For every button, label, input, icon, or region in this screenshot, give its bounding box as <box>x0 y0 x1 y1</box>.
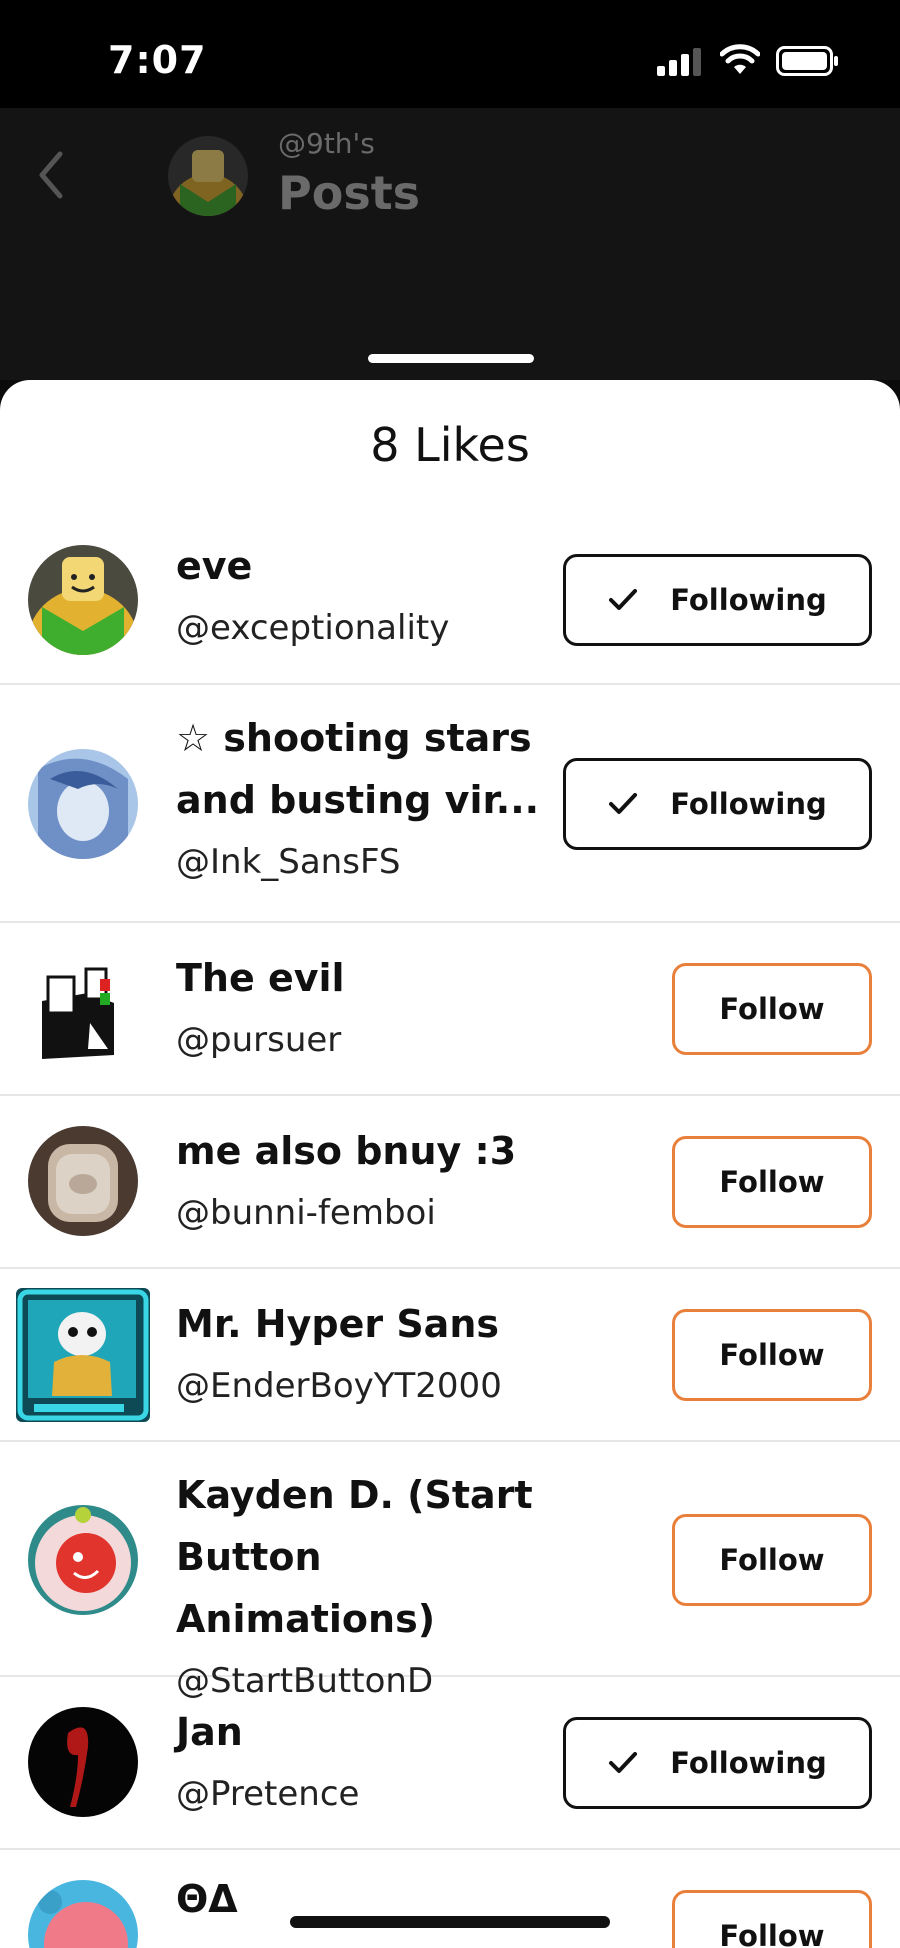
avatar-image <box>16 1288 150 1422</box>
avatar-image <box>168 136 248 216</box>
follow-button[interactable]: Follow <box>672 1309 872 1401</box>
follow-button[interactable]: Follow <box>672 1136 872 1228</box>
user-name: ☆ shooting stars and busting vir... <box>176 716 540 822</box>
user-handle: @Ink_SansFS <box>176 842 401 882</box>
avatar[interactable] <box>28 1126 138 1236</box>
list-item[interactable]: eve @exceptionality Following <box>0 515 900 685</box>
user-text: eve @exceptionality <box>176 535 566 659</box>
header-subtitle: @9th's <box>278 127 375 160</box>
avatar[interactable] <box>28 545 138 655</box>
user-handle: @EnderBoyYT2000 <box>176 1366 502 1406</box>
list-item[interactable]: The evil @pursuer Follow <box>0 923 900 1096</box>
avatar[interactable] <box>28 1880 138 1948</box>
follow-button-label: Follow <box>719 992 825 1026</box>
cellular-signal-icon <box>657 48 701 76</box>
avatar[interactable] <box>28 749 138 859</box>
screen: 7:07 @9th's Posts 8 Likes eve @exception… <box>0 0 900 1948</box>
battery-icon <box>776 46 838 76</box>
likes-sheet: 8 Likes eve @exceptionality Following ☆ … <box>0 380 900 1948</box>
avatar-image <box>28 953 138 1063</box>
list-item[interactable]: Kayden D. (Start Button Animations) @Sta… <box>0 1442 900 1701</box>
following-button[interactable]: Following <box>563 758 872 850</box>
user-text: The evil @pursuer <box>176 947 566 1071</box>
follow-button-label: Follow <box>719 1543 825 1577</box>
wifi-icon <box>720 44 760 74</box>
following-button[interactable]: Following <box>563 1717 872 1809</box>
following-button-label: Following <box>670 583 827 617</box>
status-bar: 7:07 <box>0 0 900 108</box>
user-handle: @exceptionality <box>176 608 450 648</box>
user-name: me also bnuy :3 <box>176 1129 517 1173</box>
user-text: Jan @Pretence <box>176 1701 566 1825</box>
user-name: Mr. Hyper Sans <box>176 1302 499 1346</box>
user-handle: @Pretence <box>176 1774 360 1814</box>
header-title: Posts <box>278 166 421 220</box>
user-text: ☆ shooting stars and busting vir... @Ink… <box>176 707 566 893</box>
user-name: eve <box>176 544 253 588</box>
checkmark-icon <box>609 793 638 814</box>
checkmark-icon <box>609 1752 638 1773</box>
list-item[interactable]: ΘΔ Follow <box>0 1850 900 1948</box>
list-item[interactable]: Mr. Hyper Sans @EnderBoyYT2000 Follow <box>0 1269 900 1442</box>
follow-button-label: Follow <box>719 1165 825 1199</box>
user-text: Kayden D. (Start Button Animations) @Sta… <box>176 1464 566 1712</box>
avatar-image <box>28 1880 138 1948</box>
follow-button[interactable]: Follow <box>672 963 872 1055</box>
user-text: me also bnuy :3 @bunni-femboi <box>176 1120 566 1244</box>
user-name: Jan <box>176 1710 243 1754</box>
sheet-grabber[interactable] <box>368 354 534 363</box>
list-item[interactable]: ☆ shooting stars and busting vir... @Ink… <box>0 685 900 923</box>
avatar-image <box>28 1505 138 1615</box>
user-name: Kayden D. (Start Button Animations) <box>176 1473 533 1641</box>
follow-button-label: Follow <box>719 1338 825 1372</box>
user-handle: @pursuer <box>176 1020 342 1060</box>
list-item[interactable]: Jan @Pretence Following <box>0 1677 900 1850</box>
follow-button[interactable]: Follow <box>672 1514 872 1606</box>
avatar[interactable] <box>28 953 138 1063</box>
user-name: The evil <box>176 956 345 1000</box>
status-time: 7:07 <box>108 38 207 82</box>
following-button[interactable]: Following <box>563 554 872 646</box>
avatar[interactable] <box>28 1505 138 1615</box>
avatar-image <box>28 545 138 655</box>
avatar[interactable] <box>28 1707 138 1817</box>
avatar[interactable] <box>16 1288 150 1422</box>
checkmark-icon <box>609 589 638 610</box>
follow-button[interactable]: Follow <box>672 1890 872 1948</box>
following-button-label: Following <box>670 1746 827 1780</box>
user-text: Mr. Hyper Sans @EnderBoyYT2000 <box>176 1293 566 1417</box>
follow-button-label: Follow <box>719 1919 825 1948</box>
avatar-image <box>28 1707 138 1817</box>
header-avatar[interactable] <box>168 136 248 216</box>
following-button-label: Following <box>670 787 827 821</box>
user-handle: @bunni-femboi <box>176 1193 436 1233</box>
home-indicator[interactable] <box>290 1916 610 1928</box>
back-chevron-icon[interactable] <box>36 150 66 200</box>
avatar-image <box>28 1126 138 1236</box>
list-item[interactable]: me also bnuy :3 @bunni-femboi Follow <box>0 1096 900 1269</box>
avatar-image <box>28 749 138 859</box>
nav-header <box>0 108 900 380</box>
likes-count-title: 8 Likes <box>370 418 530 472</box>
